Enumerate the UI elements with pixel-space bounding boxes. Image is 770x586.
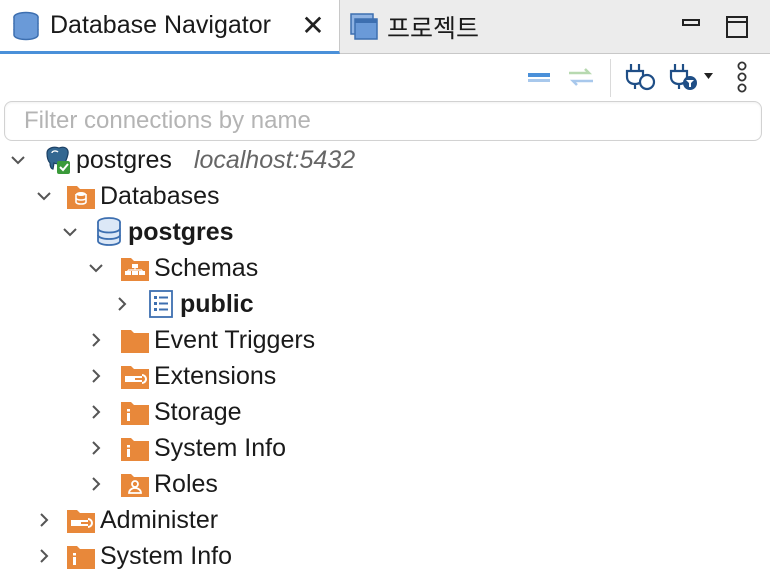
- tab-label: 프로젝트: [387, 15, 480, 43]
- chevron-right-icon[interactable]: [34, 538, 54, 574]
- tree-node-schema-public[interactable]: public: [112, 286, 254, 322]
- chevron-down-icon[interactable]: [34, 178, 54, 214]
- filter-input[interactable]: [5, 102, 761, 140]
- navigator-toolbar: [0, 55, 770, 99]
- tree-label: postgres: [128, 217, 234, 246]
- collapse-all-icon[interactable]: [524, 61, 554, 93]
- tree-label: Databases: [100, 181, 220, 210]
- info-folder-icon: [120, 430, 150, 466]
- tree-label: Event Triggers: [154, 325, 316, 354]
- minimize-icon[interactable]: [678, 14, 704, 40]
- database-folder-icon: [66, 178, 96, 214]
- chevron-right-icon[interactable]: [34, 502, 54, 538]
- connection-filter: [4, 101, 762, 141]
- chevron-right-icon[interactable]: [86, 430, 106, 466]
- tree-label: Extensions: [154, 361, 277, 390]
- postgres-elephant-icon: [42, 142, 72, 178]
- chevron-down-icon[interactable]: [8, 142, 28, 178]
- view-menu-icon[interactable]: [730, 61, 754, 93]
- chevron-right-icon[interactable]: [112, 286, 132, 322]
- folder-icon: [120, 322, 150, 358]
- tree-node-storage[interactable]: Storage: [86, 394, 242, 430]
- close-icon[interactable]: ✕: [301, 12, 325, 40]
- tree-label: public: [180, 289, 254, 318]
- tree-node-system-info[interactable]: System Info: [34, 538, 232, 574]
- info-folder-icon: [120, 394, 150, 430]
- tree-label: Administer: [100, 505, 219, 534]
- tree-node-roles[interactable]: Roles: [86, 466, 218, 502]
- tree-node-administer[interactable]: Administer: [34, 502, 218, 538]
- tree-node-system-info-db[interactable]: System Info: [86, 430, 286, 466]
- chevron-right-icon[interactable]: [86, 322, 106, 358]
- schema-icon: [146, 286, 176, 322]
- plugin-folder-icon: [120, 358, 150, 394]
- tree-label: Storage: [154, 397, 242, 426]
- plugin-folder-icon: [66, 502, 96, 538]
- chevron-down-icon[interactable]: [60, 214, 80, 250]
- tree-label: Schemas: [154, 253, 259, 282]
- tree-label: Roles: [154, 469, 218, 498]
- link-with-editor-icon[interactable]: [564, 61, 598, 93]
- info-folder-icon: [66, 538, 96, 574]
- maximize-icon[interactable]: [724, 14, 750, 40]
- database-icon: [94, 214, 124, 250]
- toolbar-separator: [610, 59, 611, 97]
- chevron-down-icon[interactable]: [86, 250, 106, 286]
- tree-node-databases[interactable]: Databases: [34, 178, 220, 214]
- tree-node-extensions[interactable]: Extensions: [86, 358, 276, 394]
- tab-label: Database Navigator: [50, 11, 271, 39]
- connection-host: localhost:5432: [193, 145, 356, 174]
- tree-node-schemas[interactable]: Schemas: [86, 250, 258, 286]
- user-folder-icon: [120, 466, 150, 502]
- chevron-right-icon[interactable]: [86, 394, 106, 430]
- tree-node-database-postgres[interactable]: postgres: [60, 214, 234, 250]
- tree-label: System Info: [100, 541, 232, 570]
- new-connection-icon[interactable]: [622, 61, 658, 93]
- connection-filter-dropdown-icon[interactable]: [666, 61, 716, 93]
- tab-database-navigator[interactable]: Database Navigator ✕: [0, 0, 340, 54]
- tree-label: System Info: [154, 433, 286, 462]
- database-stack-icon: [10, 10, 42, 42]
- tree-node-connection[interactable]: postgres localhost:5432: [8, 142, 355, 178]
- tree-node-event-triggers[interactable]: Event Triggers: [86, 322, 315, 358]
- connection-name: postgres: [76, 145, 172, 174]
- chevron-right-icon[interactable]: [86, 358, 106, 394]
- chevron-right-icon[interactable]: [86, 466, 106, 502]
- tab-project[interactable]: 프로젝트: [345, 0, 545, 54]
- tab-bar: Database Navigator ✕ 프로젝트: [0, 0, 770, 54]
- project-window-icon: [349, 12, 379, 42]
- schema-folder-icon: [120, 250, 150, 286]
